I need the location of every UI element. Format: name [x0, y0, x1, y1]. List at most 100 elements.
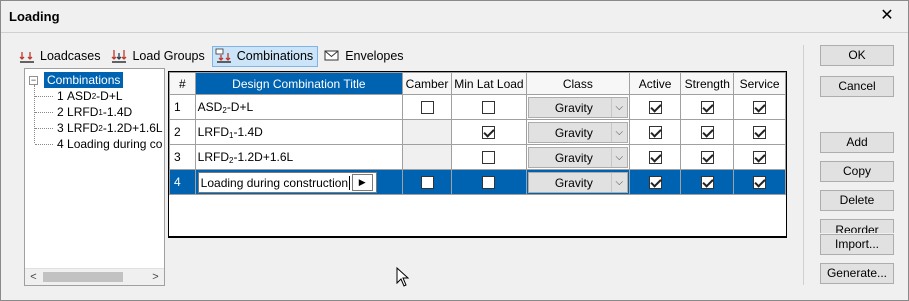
- active-checkbox[interactable]: [648, 126, 662, 140]
- tree-horizontal-scrollbar[interactable]: < >: [25, 268, 164, 285]
- play-icon[interactable]: ▶: [351, 173, 373, 191]
- import-button[interactable]: Import...: [820, 234, 894, 255]
- min-lat-load-cell[interactable]: [450, 144, 527, 170]
- service-cell[interactable]: [733, 169, 786, 195]
- cancel-button[interactable]: Cancel: [820, 76, 894, 97]
- class-cell[interactable]: Gravity ⌵: [525, 169, 630, 195]
- delete-button[interactable]: Delete: [820, 190, 894, 211]
- camber-cell[interactable]: [402, 94, 452, 120]
- tab-load-groups[interactable]: Load Groups: [107, 46, 209, 67]
- class-dropdown[interactable]: Gravity ⌵: [527, 96, 628, 118]
- tree-root-label[interactable]: Combinations: [44, 72, 124, 88]
- scroll-left-icon[interactable]: <: [25, 269, 42, 285]
- camber-cell[interactable]: [402, 169, 452, 195]
- strength-cell[interactable]: [680, 144, 735, 170]
- column-header-camber[interactable]: Camber: [402, 72, 452, 95]
- column-header-min-lat-load[interactable]: Min Lat Load: [450, 72, 527, 95]
- service-checkbox[interactable]: [753, 176, 767, 190]
- combinations-icon: [215, 48, 231, 63]
- combination-title-cell[interactable]: ASD2-D+L: [194, 94, 404, 120]
- strength-cell[interactable]: [680, 169, 735, 195]
- class-dropdown[interactable]: Gravity ⌵: [527, 146, 628, 168]
- active-cell[interactable]: [628, 144, 682, 170]
- tree-item[interactable]: 1 ASD 2 -D+L: [35, 88, 123, 104]
- service-checkbox[interactable]: [753, 151, 767, 165]
- service-cell[interactable]: [733, 119, 786, 145]
- camber-cell-disabled: [402, 119, 452, 145]
- class-dropdown[interactable]: Gravity ⌵: [527, 121, 628, 143]
- tree-item[interactable]: 4 Loading during co: [35, 136, 162, 152]
- min-lat-load-checkbox[interactable]: [482, 126, 496, 140]
- active-checkbox[interactable]: [648, 101, 662, 115]
- tab-label: Load Groups: [132, 49, 205, 63]
- min-lat-load-checkbox[interactable]: [482, 176, 496, 190]
- strength-checkbox[interactable]: [700, 101, 714, 115]
- combination-title-cell[interactable]: LRFD2-1.2D+1.6L: [194, 144, 404, 170]
- combination-title-cell[interactable]: LRFD1-1.4D: [194, 119, 404, 145]
- class-cell[interactable]: Gravity ⌵: [525, 144, 630, 170]
- ok-button[interactable]: OK: [820, 45, 894, 66]
- service-cell[interactable]: [733, 144, 786, 170]
- active-cell[interactable]: [628, 94, 682, 120]
- tree-item[interactable]: 2 LRFD 1 -1.4D: [35, 104, 132, 120]
- close-button[interactable]: ✕: [878, 7, 896, 25]
- scroll-thumb[interactable]: [43, 272, 123, 282]
- grid-bottom-border: [168, 236, 787, 238]
- generate-button[interactable]: Generate...: [820, 263, 894, 284]
- copy-button[interactable]: Copy: [820, 161, 894, 182]
- chevron-down-icon[interactable]: ⌵: [610, 172, 627, 192]
- reorder-button[interactable]: Reorder: [820, 219, 894, 233]
- service-checkbox[interactable]: [753, 101, 767, 115]
- class-cell[interactable]: Gravity ⌵: [525, 94, 630, 120]
- class-dropdown[interactable]: Gravity ⌵: [527, 171, 628, 193]
- combination-title-cell[interactable]: Loading during construction ▶: [194, 169, 404, 195]
- collapse-icon[interactable]: −: [29, 75, 38, 85]
- column-header-active[interactable]: Active: [628, 72, 682, 95]
- camber-checkbox[interactable]: [420, 176, 434, 190]
- strength-checkbox[interactable]: [700, 126, 714, 140]
- strength-checkbox[interactable]: [700, 151, 714, 165]
- active-cell[interactable]: [628, 169, 682, 195]
- min-lat-load-cell[interactable]: [450, 119, 527, 145]
- chevron-down-icon[interactable]: ⌵: [610, 147, 627, 167]
- chevron-down-icon[interactable]: ⌵: [610, 122, 627, 142]
- strength-checkbox[interactable]: [700, 176, 714, 190]
- table-row[interactable]: 2 LRFD1-1.4D Gravity ⌵: [169, 119, 786, 145]
- column-header-number[interactable]: #: [169, 72, 196, 95]
- envelopes-icon: [324, 50, 339, 61]
- scroll-right-icon[interactable]: >: [147, 269, 164, 285]
- title-edit-field[interactable]: Loading during construction ▶: [197, 171, 377, 193]
- chevron-down-icon[interactable]: ⌵: [610, 97, 627, 117]
- min-lat-load-checkbox[interactable]: [482, 101, 496, 115]
- min-lat-load-checkbox[interactable]: [482, 151, 496, 165]
- add-button[interactable]: Add: [820, 132, 894, 153]
- tab-combinations[interactable]: Combinations: [211, 45, 319, 67]
- title-bar: Loading ✕: [1, 1, 908, 32]
- column-header-class[interactable]: Class: [525, 72, 630, 95]
- table-row[interactable]: 3 LRFD2-1.2D+1.6L Gravity ⌵: [169, 144, 786, 170]
- column-header-service[interactable]: Service: [733, 72, 786, 95]
- column-header-title[interactable]: Design Combination Title: [194, 72, 404, 95]
- camber-checkbox[interactable]: [420, 101, 434, 115]
- tab-loadcases[interactable]: Loadcases: [15, 46, 105, 67]
- combinations-tree[interactable]: − Combinations 1 ASD 2 -D+L 2 LRFD 1 -1.4D 3…: [24, 68, 165, 286]
- combinations-grid: # Design Combination Title Camber Min La…: [168, 71, 787, 238]
- active-checkbox[interactable]: [648, 176, 662, 190]
- grid-header-row: # Design Combination Title Camber Min La…: [169, 72, 786, 95]
- table-row[interactable]: 1 ASD2-D+L Gravity ⌵: [169, 94, 786, 120]
- tree-root[interactable]: − Combinations: [29, 72, 124, 88]
- min-lat-load-cell[interactable]: [450, 94, 527, 120]
- table-row-selected[interactable]: 4 Loading during construction ▶ Gravity ⌵: [169, 169, 786, 195]
- service-checkbox[interactable]: [753, 126, 767, 140]
- tab-envelopes[interactable]: Envelopes: [320, 46, 408, 67]
- active-checkbox[interactable]: [648, 151, 662, 165]
- strength-cell[interactable]: [680, 94, 735, 120]
- load-groups-icon: [112, 50, 127, 63]
- tree-item[interactable]: 3 LRFD 2 -1.2D+1.6L: [35, 120, 163, 136]
- strength-cell[interactable]: [680, 119, 735, 145]
- column-header-strength[interactable]: Strength: [680, 72, 735, 95]
- service-cell[interactable]: [733, 94, 786, 120]
- min-lat-load-cell[interactable]: [450, 169, 527, 195]
- class-cell[interactable]: Gravity ⌵: [525, 119, 630, 145]
- active-cell[interactable]: [628, 119, 682, 145]
